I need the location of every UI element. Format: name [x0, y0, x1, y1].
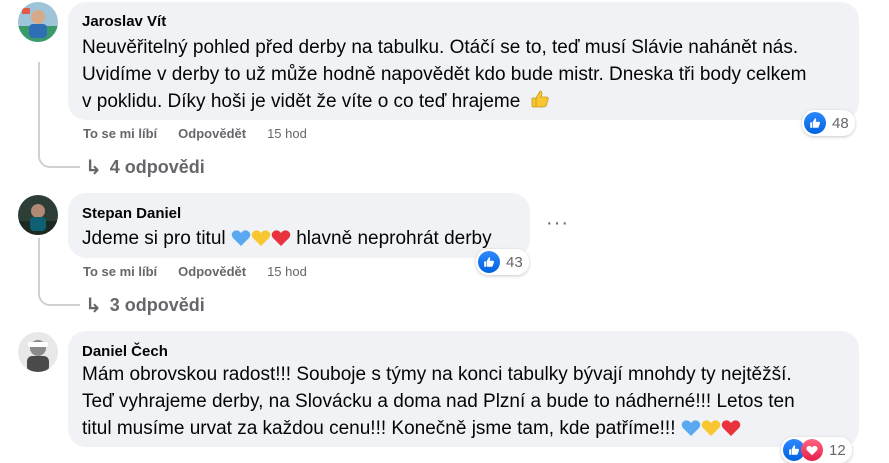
comment-text-line: v poklidu. Díky hoši je vidět že víte o …	[82, 88, 550, 117]
comment-text-line: titul musíme urvat za každou cenu!!! Kon…	[82, 415, 741, 445]
yellow-heart-emoji	[701, 418, 721, 445]
timestamp[interactable]: 15 hod	[267, 126, 307, 141]
reply-link[interactable]: Odpovědět	[178, 126, 246, 141]
reaction-summary[interactable]: 12	[781, 437, 852, 463]
comment-text-line: Neuvěřitelný pohled před derby na tabulk…	[82, 37, 799, 58]
reaction-count: 48	[832, 114, 849, 132]
red-heart-emoji	[721, 418, 741, 445]
reply-link[interactable]: Odpovědět	[178, 264, 246, 279]
avatar[interactable]	[18, 2, 58, 42]
like-icon	[804, 112, 826, 134]
reply-arrow-icon: ↳	[85, 157, 102, 179]
view-replies[interactable]: ↳ 4 odpovědi	[85, 155, 205, 180]
more-dots-icon[interactable]: ···	[546, 212, 569, 235]
avatar[interactable]	[18, 195, 58, 235]
timestamp[interactable]: 15 hod	[267, 264, 307, 279]
thread-curve	[38, 140, 80, 168]
comment-bubble: Daniel Čech Mám obrovskou radost!!! Soub…	[68, 331, 859, 447]
comment-text-line: Jdeme si pro titul hlavně neprohrát derb…	[82, 225, 492, 255]
reaction-summary[interactable]: 43	[476, 249, 529, 275]
like-icon	[478, 251, 500, 273]
comment-author[interactable]: Stepan Daniel	[82, 205, 181, 222]
comment-actions: To se mi líbí Odpovědět 15 hod	[83, 264, 307, 279]
thumbs-up-emoji	[530, 89, 550, 117]
blue-heart-emoji	[231, 228, 251, 255]
reaction-summary[interactable]: 48	[802, 110, 855, 136]
comment-bubble: Jaroslav Vít Neuvěřitelný pohled před de…	[68, 2, 859, 120]
thread-curve	[38, 278, 80, 306]
reply-arrow-icon: ↳	[85, 295, 102, 317]
comment-author[interactable]: Jaroslav Vít	[82, 13, 166, 30]
comment-actions: To se mi líbí Odpovědět 15 hod	[83, 126, 307, 141]
comment-text-line: Teď vyhrajeme derby, na Slovácku a doma …	[82, 391, 795, 412]
view-replies[interactable]: ↳ 3 odpovědi	[85, 293, 205, 318]
reaction-count: 12	[829, 441, 846, 459]
love-icon	[801, 439, 823, 461]
blue-heart-emoji	[681, 418, 701, 445]
comment-author[interactable]: Daniel Čech	[82, 343, 168, 360]
reaction-count: 43	[506, 253, 523, 271]
like-link[interactable]: To se mi líbí	[83, 264, 157, 279]
yellow-heart-emoji	[251, 228, 271, 255]
comment-text-line: Mám obrovskou radost!!! Souboje s týmy n…	[82, 364, 792, 385]
red-heart-emoji	[271, 228, 291, 255]
comment-text-line: Uvidíme v derby to už může hodně napověd…	[82, 64, 807, 85]
like-link[interactable]: To se mi líbí	[83, 126, 157, 141]
avatar[interactable]	[18, 332, 58, 372]
comment-bubble: Stepan Daniel Jdeme si pro titul hlavně …	[68, 193, 530, 258]
